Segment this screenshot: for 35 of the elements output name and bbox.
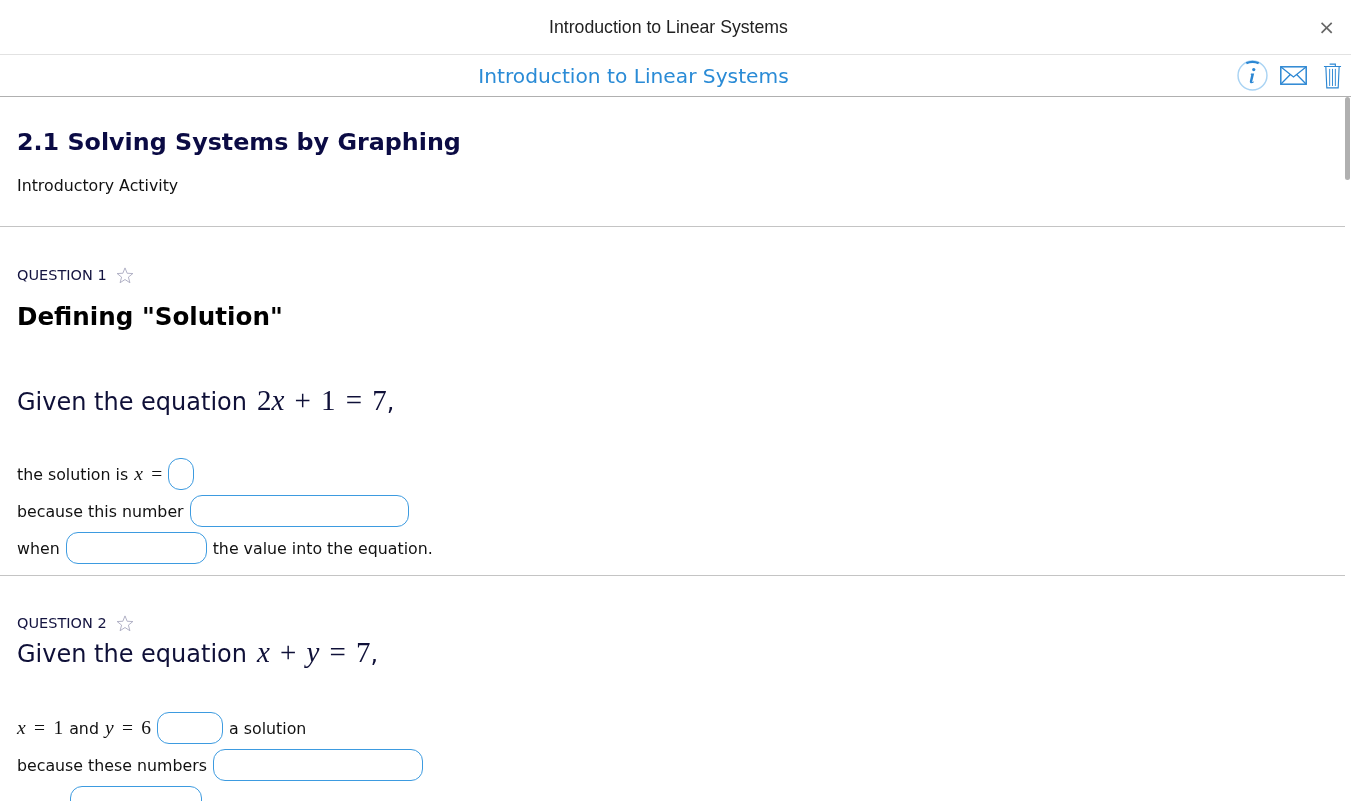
math-expression: 2x + 1 = 7 [257, 384, 387, 416]
window-title: Introduction to Linear Systems [549, 16, 788, 38]
answer-sentence-text: a solution [229, 718, 307, 738]
close-button[interactable]: × [1316, 17, 1337, 37]
answer-sentence-text: because this number [17, 501, 184, 521]
math-expression: x + y = 7 [257, 636, 371, 668]
answer-field[interactable] [65, 532, 207, 564]
answer-sentence-text: because these numbers [17, 755, 207, 775]
math-expression: y = 6 [104, 717, 152, 739]
section-subtitle: Introductory Activity [17, 176, 180, 196]
answer-field[interactable] [189, 495, 409, 527]
section-heading: 2.1 Solving Systems by Graphing [17, 127, 462, 157]
answer-sentence-text: when [17, 538, 60, 558]
punctuation: , [386, 387, 395, 418]
answer-field[interactable] [212, 749, 423, 781]
punctuation: , [370, 639, 379, 670]
answer-sentence-text: the value into the equation. [212, 538, 433, 558]
toolbar-title: Introduction to Linear Systems [478, 63, 789, 88]
prompt-text: Given the equation [17, 387, 247, 418]
answer-sentence-text: the solution is [17, 464, 129, 484]
question-label: QUESTION 2 [17, 615, 107, 631]
star-icon[interactable] [115, 614, 134, 632]
star-icon[interactable] [115, 266, 134, 284]
trash-icon[interactable] [1323, 62, 1342, 89]
scrollbar-thumb[interactable] [1345, 97, 1350, 180]
mail-icon[interactable] [1280, 66, 1307, 85]
answer-field[interactable] [168, 458, 195, 490]
math-expression: x = [134, 463, 163, 485]
question-title: Defining "Solution" [17, 302, 284, 332]
info-icon[interactable] [1237, 60, 1268, 91]
answer-sentence-text: and [69, 718, 99, 738]
question-label: QUESTION 1 [17, 267, 107, 283]
answer-field[interactable] [157, 712, 224, 744]
math-expression: x = 1 [17, 717, 64, 739]
prompt-text: Given the equation [17, 639, 247, 670]
